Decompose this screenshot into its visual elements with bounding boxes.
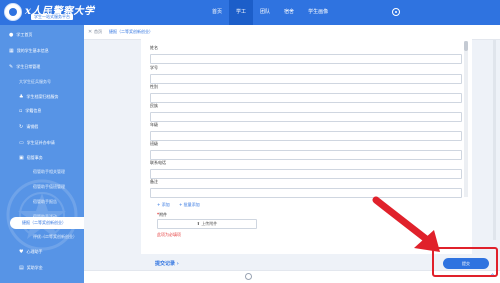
field-label: 性别 (150, 84, 158, 89)
sidebar-item-label: 学生档案归档服务 (26, 94, 59, 99)
breadcrumb: ✕ ‹ 首页 捷报（二等奖创新创业） (84, 25, 500, 40)
school-logo-icon (4, 3, 22, 21)
field-label: 年级 (150, 122, 158, 127)
attachment-label-text: 附件 (159, 212, 168, 217)
circle-icon: ● (9, 31, 14, 38)
close-tab-icon[interactable]: ✕ (88, 29, 92, 35)
sidebar-item-label: 学工首页 (16, 32, 33, 37)
sidebar-item-label: 宿管助手值班管理 (33, 184, 65, 189)
sidebar-item-enlistment[interactable]: 大学生征兵服务号 (19, 76, 51, 88)
add-member-link[interactable]: + 添加 (157, 202, 170, 208)
class-input[interactable] (150, 150, 462, 160)
field-label: 姓名 (150, 45, 158, 50)
sidebar-item-label: 学生证补办申请 (26, 140, 55, 145)
field-label: 学号 (150, 65, 158, 70)
main-nav: 首页 学工 团队 宿舍 学生画像 (205, 0, 335, 25)
gender-field: 性别 (150, 84, 462, 103)
sidebar-item-label: 心理助手 (26, 249, 43, 254)
field-label: 班级 (150, 141, 158, 146)
document-icon: ▫ (19, 107, 23, 114)
sidebar-item-archive[interactable]: ♣ 学生档案归档服务 (19, 91, 58, 103)
attachment-label: *附件 (157, 212, 167, 218)
nav-item-profile[interactable]: 学生画像 (301, 0, 335, 25)
breadcrumb-current-tab[interactable]: 捷报（二等奖创新创业） (109, 29, 153, 35)
sidebar-item-label: 奖助学金 (26, 265, 43, 270)
page-scrollbar[interactable] (493, 40, 496, 240)
sidebar-item-student-card[interactable]: ▭ 学生证补办申请 (19, 137, 55, 149)
building-icon: ▣ (19, 154, 24, 161)
ethnicity-input[interactable] (150, 112, 462, 122)
sidebar-item-label: 评优（二等奖创新创业） (33, 234, 77, 239)
sidebar-item-dorm-affairs[interactable]: ▣ 宿管事务 (19, 152, 43, 164)
grid-icon: ▦ (9, 47, 14, 54)
sidebar-item-counseling[interactable]: ♥ 心理助手 (19, 246, 42, 258)
sidebar-item-label: 大学生征兵服务号 (19, 79, 51, 84)
sidebar-item-dorm-duty[interactable]: 宿管助手值班管理 (33, 181, 65, 193)
nav-item-student-affairs[interactable]: 学工 (229, 0, 254, 25)
card-icon: ▭ (19, 139, 24, 146)
refresh-icon: ↻ (19, 123, 24, 130)
sidebar-item-label: 捷报（二等奖创新创业） (22, 220, 66, 225)
sidebar-item-label: 宿管事务 (26, 155, 43, 160)
sidebar-item-label: 学籍信息 (25, 108, 42, 113)
fields-scrollbar[interactable] (464, 41, 468, 197)
sidebar-item-dorm-related[interactable]: 宿管助手相关管理 (33, 166, 65, 178)
upload-attachment-button[interactable]: ⬆ 上传附件 (157, 219, 257, 229)
field-label: 联系电话 (150, 160, 166, 165)
sidebar: ● 学工首页 ▦ 我的学生基本信息 ✎ 学生日常管理 大学生征兵服务号 ♣ 学生档案归档… (0, 25, 84, 283)
phone-input[interactable] (150, 169, 462, 179)
archive-icon: ♣ (19, 93, 24, 100)
grade-input[interactable] (150, 131, 462, 141)
scrollbar-thumb[interactable] (464, 41, 468, 51)
gender-input[interactable] (150, 93, 462, 103)
sidebar-item-label: 请销假 (26, 124, 39, 129)
sidebar-item-student-info[interactable]: ▦ 我的学生基本信息 (9, 45, 49, 57)
circle-icon[interactable] (245, 273, 252, 280)
list-icon: ▤ (19, 264, 24, 271)
nav-item-team[interactable]: 团队 (253, 0, 277, 25)
submission-records-link[interactable]: 提交记录 › (155, 260, 179, 267)
phone-field: 联系电话 (150, 160, 462, 179)
grade-field: 年级 (150, 122, 462, 141)
name-input[interactable] (150, 54, 462, 64)
upload-button-label: 上传附件 (201, 221, 218, 226)
edit-icon: ✎ (9, 63, 14, 70)
sidebar-item-leave[interactable]: ↻ 请销假 (19, 121, 38, 133)
batch-add-link[interactable]: + 批量添加 (179, 202, 200, 208)
name-field: 姓名 (150, 45, 462, 64)
breadcrumb-home[interactable]: 首页 (94, 29, 102, 35)
top-bar: ⅹ人民警察大学 学生一站式服务平台 首页 学工 团队 宿舍 学生画像 (0, 0, 500, 25)
sidebar-item-label: 宿管助手报告 (33, 199, 57, 204)
member-fields: 姓名 学号 性别 民族 年级 班级 联系电话 备注 (146, 41, 464, 199)
ethnicity-field: 民族 (150, 103, 462, 122)
sidebar-item-dorm-report[interactable]: 宿管助手报告 (33, 196, 57, 208)
student-id-input[interactable] (150, 74, 462, 84)
class-field: 班级 (150, 141, 462, 160)
required-hint: 此项为必填项 (157, 232, 181, 237)
settings-icon[interactable] (392, 8, 400, 16)
nav-item-dorm[interactable]: 宿舍 (277, 0, 301, 25)
sidebar-item-enrollment[interactable]: ▫ 学籍信息 (19, 105, 41, 117)
sidebar-item-label: 我的学生基本信息 (16, 48, 49, 53)
sidebar-item-award-report[interactable]: 捷报（二等奖创新创业） (10, 217, 84, 229)
field-label: 民族 (150, 103, 158, 108)
submit-button[interactable]: 提交 (443, 258, 489, 269)
sidebar-item-home[interactable]: ● 学工首页 (9, 29, 32, 41)
heart-icon: ♥ (19, 248, 24, 255)
school-subtitle: 学生一站式服务平台 (31, 14, 73, 20)
sidebar-item-label: 学生日常管理 (16, 64, 41, 69)
sidebar-item-label: 宿管助手相关管理 (33, 169, 65, 174)
sidebar-item-award-evaluation[interactable]: 评优（二等奖创新创业） (33, 231, 77, 243)
sidebar-item-scholarship[interactable]: ▤ 奖助学金 (19, 262, 43, 274)
field-label: 备注 (150, 179, 158, 184)
student-id-field: 学号 (150, 65, 462, 84)
sidebar-item-daily-management[interactable]: ✎ 学生日常管理 (9, 61, 40, 73)
nav-item-home[interactable]: 首页 (205, 0, 229, 25)
